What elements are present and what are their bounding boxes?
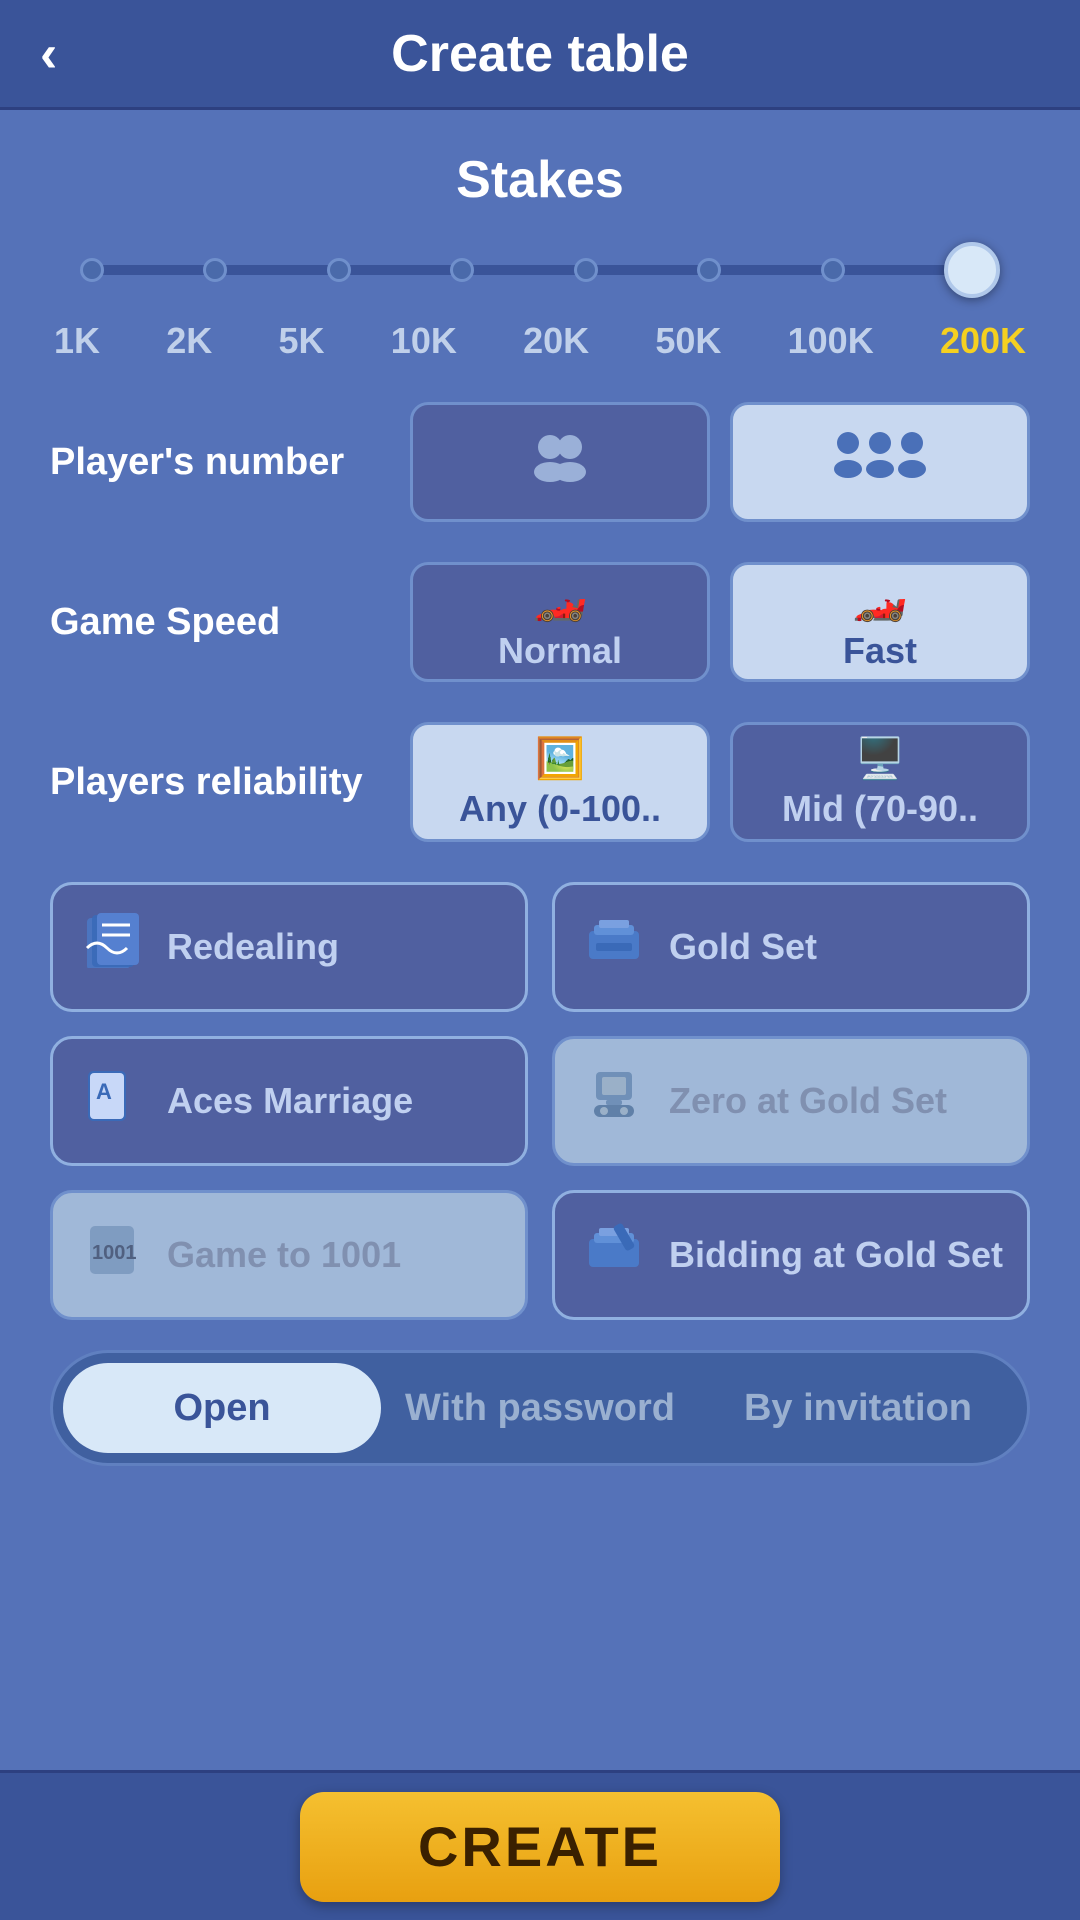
normal-speed-text: Normal (498, 630, 622, 672)
stakes-label: Stakes (50, 150, 1030, 210)
slider-dot-1k (80, 258, 104, 282)
slider-labels: 1K 2K 5K 10K 20K 50K 100K 200K (50, 320, 1030, 362)
bidding-at-gold-set-text: Bidding at Gold Set (669, 1234, 1003, 1276)
three-players-button[interactable] (730, 402, 1030, 522)
by-invitation-button[interactable]: By invitation (699, 1363, 1017, 1453)
footer: CREATE (0, 1770, 1080, 1920)
stake-2k[interactable]: 2K (166, 320, 212, 362)
game-to-1001-icon: 1001 (77, 1221, 147, 1289)
slider-dot-50k (697, 258, 721, 282)
game-to-1001-toggle[interactable]: 1001 Game to 1001 (50, 1190, 528, 1320)
stake-5k[interactable]: 5K (279, 320, 325, 362)
gold-set-icon (579, 913, 649, 981)
zero-at-gold-set-toggle[interactable]: Zero at Gold Set (552, 1036, 1030, 1166)
game-to-1001-text: Game to 1001 (167, 1234, 401, 1276)
stake-200k[interactable]: 200K (940, 320, 1026, 362)
aces-marriage-text: Aces Marriage (167, 1080, 413, 1122)
slider-dot-100k (821, 258, 845, 282)
game-speed-label: Game Speed (50, 601, 410, 644)
stake-20k[interactable]: 20K (523, 320, 589, 362)
normal-speed-icon: 🏎️ (533, 572, 588, 624)
back-button[interactable]: ‹ (40, 24, 57, 84)
three-players-icon (830, 429, 930, 495)
gold-set-text: Gold Set (669, 926, 817, 968)
fast-speed-button[interactable]: 🏎️ Fast (730, 562, 1030, 682)
players-reliability-options: 🖼️ Any (0-100.. 🖥️ Mid (70-90.. (410, 722, 1030, 842)
gold-set-toggle[interactable]: Gold Set (552, 882, 1030, 1012)
normal-speed-button[interactable]: 🏎️ Normal (410, 562, 710, 682)
two-players-button[interactable] (410, 402, 710, 522)
mid-reliability-text: Mid (70-90.. (782, 788, 978, 830)
stake-50k[interactable]: 50K (655, 320, 721, 362)
any-reliability-icon: 🖼️ (535, 735, 585, 782)
players-number-row: Player's number (50, 402, 1030, 522)
page-title: Create table (391, 24, 689, 84)
slider-dot-10k (450, 258, 474, 282)
zero-at-gold-set-text: Zero at Gold Set (669, 1080, 947, 1122)
open-access-button[interactable]: Open (63, 1363, 381, 1453)
any-reliability-text: Any (0-100.. (459, 788, 661, 830)
create-button[interactable]: CREATE (300, 1792, 780, 1902)
stakes-slider[interactable] (80, 240, 1000, 300)
players-reliability-label: Players reliability (50, 761, 410, 804)
players-reliability-row: Players reliability 🖼️ Any (0-100.. 🖥️ M… (50, 722, 1030, 842)
stake-1k[interactable]: 1K (54, 320, 100, 362)
mid-reliability-button[interactable]: 🖥️ Mid (70-90.. (730, 722, 1030, 842)
redealing-icon (77, 913, 147, 981)
slider-dots (80, 242, 1000, 298)
bidding-at-gold-set-icon (579, 1221, 649, 1289)
slider-dot-200k (944, 242, 1000, 298)
bidding-at-gold-set-toggle[interactable]: Bidding at Gold Set (552, 1190, 1030, 1320)
svg-text:1001: 1001 (92, 1242, 137, 1264)
aces-marriage-icon: A (77, 1067, 147, 1135)
toggle-options-grid: Redealing Gold Set A Aces (50, 882, 1030, 1320)
any-reliability-button[interactable]: 🖼️ Any (0-100.. (410, 722, 710, 842)
slider-dot-20k (574, 258, 598, 282)
redealing-toggle[interactable]: Redealing (50, 882, 528, 1012)
zero-at-gold-set-icon (579, 1067, 649, 1135)
players-number-label: Player's number (50, 441, 410, 484)
mid-reliability-icon: 🖥️ (855, 735, 905, 782)
slider-dot-2k (203, 258, 227, 282)
access-row: Open With password By invitation (50, 1350, 1030, 1466)
redealing-text: Redealing (167, 926, 339, 968)
with-password-button[interactable]: With password (381, 1363, 699, 1453)
aces-marriage-toggle[interactable]: A Aces Marriage (50, 1036, 528, 1166)
slider-dot-5k (327, 258, 351, 282)
fast-speed-text: Fast (843, 630, 917, 672)
players-number-options (410, 402, 1030, 522)
game-speed-row: Game Speed 🏎️ Normal 🏎️ Fast (50, 562, 1030, 682)
fast-speed-icon: 🏎️ (853, 572, 908, 624)
stake-100k[interactable]: 100K (788, 320, 874, 362)
two-players-icon (525, 432, 595, 493)
game-speed-options: 🏎️ Normal 🏎️ Fast (410, 562, 1030, 682)
svg-text:A: A (96, 1079, 112, 1104)
stake-10k[interactable]: 10K (391, 320, 457, 362)
main-content: Stakes 1K 2K 5K 10K 20K 50K 100K 200K Pl… (0, 110, 1080, 1770)
header: ‹ Create table (0, 0, 1080, 110)
